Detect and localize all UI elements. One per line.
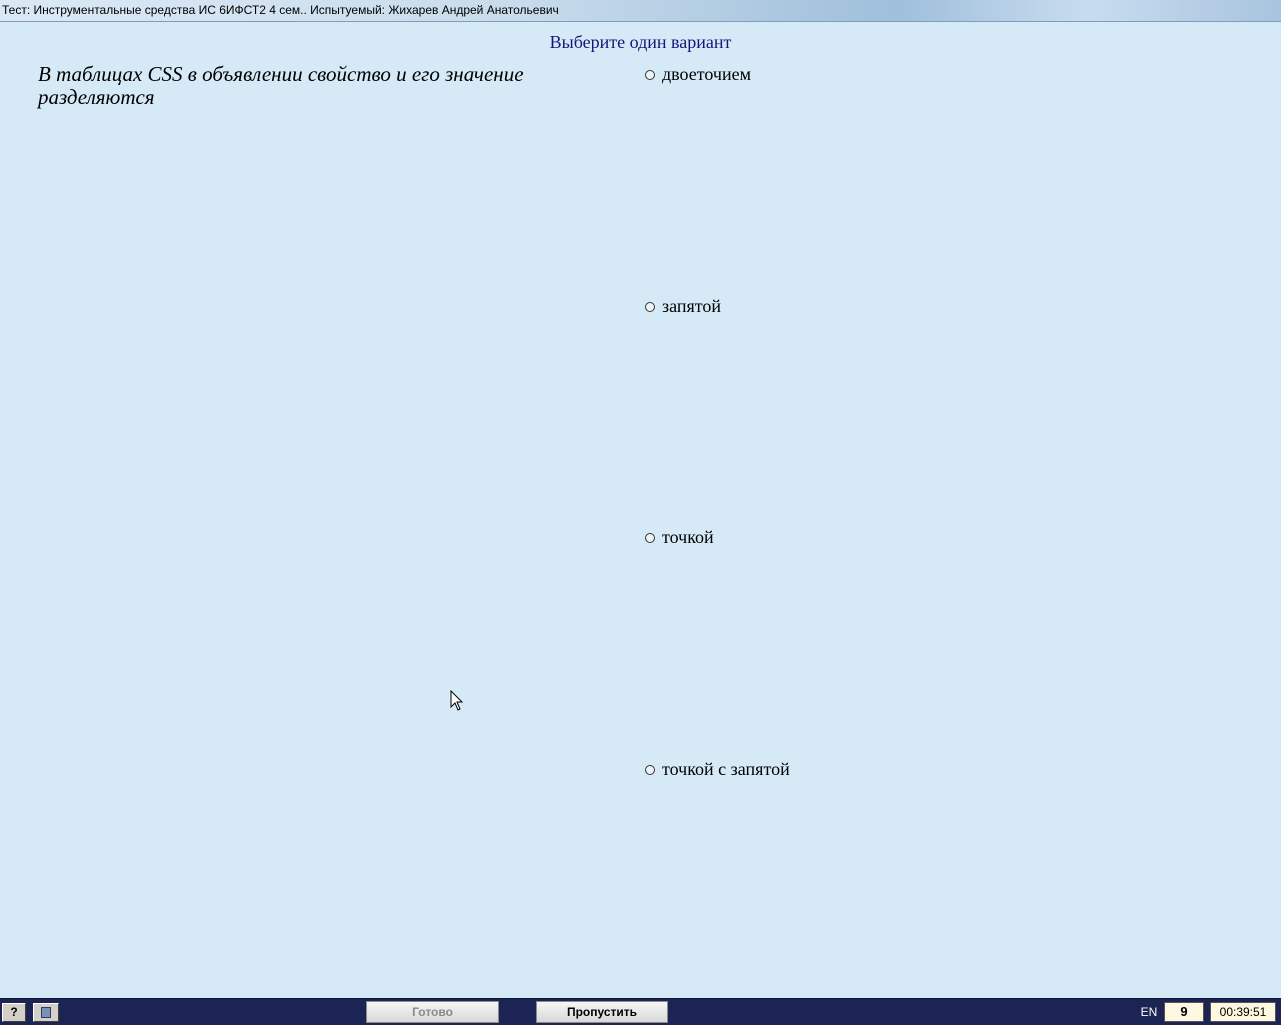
mouse-pointer-icon bbox=[450, 689, 464, 717]
option-1[interactable]: двоеточием bbox=[645, 64, 751, 85]
option-2[interactable]: запятой bbox=[645, 296, 721, 317]
bottom-toolbar: ? Готово Пропустить EN 9 00:39:51 bbox=[0, 998, 1281, 1025]
radio-circle-icon[interactable] bbox=[645, 69, 655, 80]
skip-button[interactable]: Пропустить bbox=[536, 1001, 668, 1023]
instruction-heading: Выберите один вариант bbox=[549, 32, 732, 52]
radio-circle-icon[interactable] bbox=[645, 532, 655, 543]
radio-circle-icon[interactable] bbox=[645, 301, 655, 312]
done-button[interactable]: Готово bbox=[366, 1001, 499, 1023]
help-button[interactable]: ? bbox=[2, 1003, 26, 1022]
document-list-icon bbox=[41, 1007, 51, 1018]
timer: 00:39:51 bbox=[1210, 1002, 1276, 1022]
title-bar: Тест: Инструментальные средства ИС 6ИФСТ… bbox=[0, 0, 1281, 22]
option-label[interactable]: точкой bbox=[662, 527, 714, 548]
option-label[interactable]: двоеточием bbox=[662, 64, 751, 85]
question-number: 9 bbox=[1164, 1002, 1204, 1022]
help-icon: ? bbox=[10, 1005, 18, 1019]
window-title: Тест: Инструментальные средства ИС 6ИФСТ… bbox=[2, 3, 559, 17]
question-text: В таблицах CSS в объявлении свойство и е… bbox=[38, 62, 524, 109]
option-label[interactable]: точкой с запятой bbox=[662, 759, 790, 780]
radio-circle-icon[interactable] bbox=[645, 764, 655, 775]
question-list-button[interactable] bbox=[33, 1003, 59, 1022]
option-3[interactable]: точкой bbox=[645, 527, 714, 548]
language-indicator: EN bbox=[1140, 1005, 1158, 1019]
option-label[interactable]: запятой bbox=[662, 296, 721, 317]
option-4[interactable]: точкой с запятой bbox=[645, 759, 790, 780]
